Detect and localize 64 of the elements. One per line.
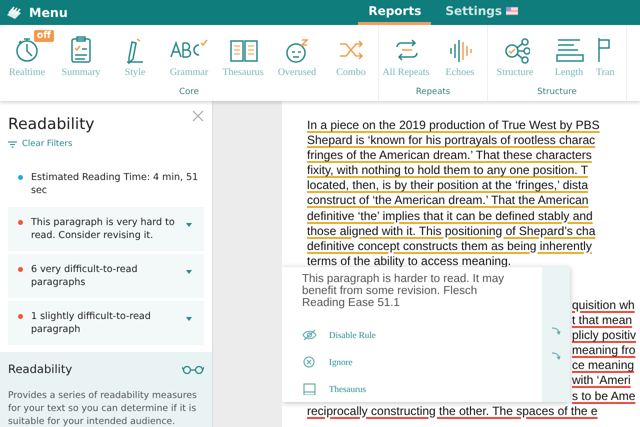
text-line: Shepard is ‘known for his portrayals of rootless charac bbox=[307, 133, 596, 148]
popup-message: This paragraph is harder to read. It may benefit from some revision. Flesch Reading Ease 51.1 bbox=[302, 273, 505, 309]
text-line: with ‘Ameri bbox=[572, 373, 632, 388]
toolbar-button[interactable]: Tran bbox=[596, 30, 626, 78]
status-badge: off bbox=[34, 30, 54, 42]
toolbar-button[interactable]: Grammar bbox=[162, 30, 216, 78]
text-line: terms of the ability to access meaning. bbox=[307, 254, 512, 269]
toolbar-button[interactable]: Echoes bbox=[433, 30, 487, 78]
caret-icon[interactable] bbox=[186, 317, 192, 321]
issue-card[interactable]: 6 very difficult-to-read paragraphs bbox=[8, 254, 204, 298]
popup-action[interactable]: Thesaurus bbox=[302, 375, 366, 402]
popup-action[interactable]: Ignore bbox=[302, 348, 352, 375]
text-line: plicly positiv bbox=[572, 328, 638, 344]
issue-card[interactable]: 1 slightly difficult-to-read paragraph bbox=[8, 301, 204, 345]
filter-icon bbox=[8, 140, 17, 148]
turn-arrow-icon[interactable] bbox=[551, 327, 561, 335]
caret-icon[interactable] bbox=[186, 223, 192, 227]
text-line: ce meaning bbox=[572, 358, 636, 374]
toolbar-button[interactable]: All Repeats bbox=[379, 30, 433, 78]
issue-text: 6 very difficult-to-read paragraphs bbox=[31, 263, 139, 289]
text-line: s to be Ame bbox=[572, 388, 636, 404]
toolbar-button[interactable]: Summary bbox=[54, 30, 108, 78]
menu-button[interactable]: Menu bbox=[0, 0, 76, 25]
issue-card[interactable]: This paragraph is very hard to read. Consider revising it. bbox=[8, 207, 204, 251]
toolbar-button[interactable]: Style bbox=[108, 30, 162, 78]
toolbar-button[interactable]: off Realtime bbox=[0, 30, 54, 78]
group-label: Core bbox=[179, 87, 199, 97]
text-line: those aligned with it. This positioning of Shepard’s cha bbox=[307, 224, 596, 239]
toolbar-button[interactable]: Overused bbox=[270, 30, 324, 78]
group-label: Repeats bbox=[416, 87, 450, 97]
issue-text: Estimated Reading Time: 4 min, 51 sec bbox=[31, 171, 200, 197]
panel-title: Readability bbox=[8, 115, 94, 133]
clear-filters-link[interactable]: Clear Filters bbox=[8, 139, 72, 149]
caret-icon[interactable] bbox=[186, 270, 192, 274]
toolbar-button[interactable]: Structure bbox=[488, 30, 542, 78]
group-label: Structure bbox=[537, 87, 577, 97]
text-line: definitive ‘the’ implies that it can be defined stably and bbox=[307, 208, 594, 224]
eye-slash-icon bbox=[302, 328, 317, 340]
text-line: fixity, with nothing to hold them to any one position. T bbox=[307, 163, 590, 178]
section-description: Provides a series of readability measures for your text so you can determine if it is suitable for your intended audience. bbox=[8, 389, 198, 427]
section-title: Readability bbox=[8, 362, 72, 376]
text-line: t that mean bbox=[572, 313, 634, 328]
close-circle-icon bbox=[302, 356, 317, 368]
header-tab[interactable]: Settings bbox=[435, 0, 528, 25]
toolbar-button[interactable]: Thesaurus bbox=[216, 30, 270, 78]
flag-icon bbox=[506, 7, 518, 15]
turn-arrow-icon[interactable] bbox=[551, 352, 561, 360]
text-line: located, then, is by their position at the ‘fringes,’ dista bbox=[307, 178, 590, 194]
text-line: construct of ‘the American dream.’ That the American bbox=[307, 193, 590, 209]
text-line: quisition wh bbox=[572, 298, 636, 314]
toolbar-button[interactable]: Length bbox=[542, 30, 596, 78]
text-line: In a piece on the 2019 production of True West by PBS bbox=[307, 118, 601, 134]
toolbar-button[interactable]: Combo bbox=[324, 30, 378, 78]
text-line: definitive concept constructs them as being inherently bbox=[307, 238, 593, 254]
close-icon[interactable] bbox=[192, 110, 204, 122]
text-line: reciprocally constructing the other. The spaces of the e bbox=[307, 404, 599, 419]
text-line: fringes of the American dream.’ That these characters bbox=[307, 148, 593, 164]
app-logo-icon bbox=[6, 6, 22, 20]
issue-text: This paragraph is very hard to read. Consider revising it. bbox=[31, 216, 176, 242]
text-line: meaning fro bbox=[572, 343, 636, 358]
book-icon bbox=[302, 382, 317, 394]
glasses-icon bbox=[182, 364, 204, 374]
issue-text: 1 slightly difficult-to-read paragraph bbox=[31, 310, 152, 336]
popup-action[interactable]: Disable Rule bbox=[302, 321, 376, 348]
